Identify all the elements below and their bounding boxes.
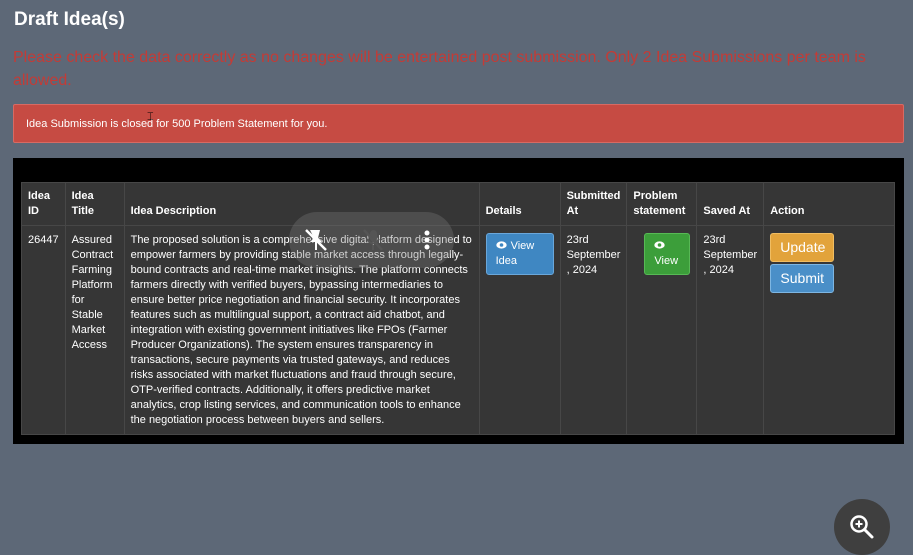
eye-icon <box>654 239 666 254</box>
action-cell: Update Submit <box>763 225 895 435</box>
view-problem-label: View <box>654 255 679 267</box>
video-overlay-controls <box>289 212 454 268</box>
header-saved-at: Saved At <box>696 182 765 226</box>
submit-button[interactable]: Submit <box>770 264 835 293</box>
header-action: Action <box>763 182 895 226</box>
idea-id: 26447 <box>21 225 66 435</box>
zoom-in-icon <box>848 513 876 546</box>
header-idea-title: Idea Title <box>64 182 125 226</box>
header-idea-id: Idea ID <box>21 182 66 226</box>
table-row: 26447 Assured Contract Farming Platform … <box>21 225 895 435</box>
submitted-at: 23rd September , 2024 <box>559 225 628 435</box>
page-title: Draft Idea(s) <box>14 9 125 30</box>
closed-alert-text: Idea Submission is closed for 500 Proble… <box>26 118 328 130</box>
saved-at: 23rd September , 2024 <box>696 225 765 435</box>
view-problem-button[interactable]: View <box>644 233 691 275</box>
closed-alert: Idea Submission is closed for 500 Proble… <box>13 104 904 143</box>
ideas-table: Idea ID Idea Title Idea Description Deta… <box>21 182 895 435</box>
header-problem-statement: Problem statement <box>626 182 698 226</box>
zoom-in-button[interactable] <box>834 499 890 555</box>
details-cell: View Idea <box>478 225 561 435</box>
table-header-row: Idea ID Idea Title Idea Description Deta… <box>21 182 895 226</box>
view-idea-button[interactable]: View Idea <box>485 233 554 275</box>
problem-statement-cell: View <box>626 225 698 435</box>
ideas-table-panel: Idea ID Idea Title Idea Description Deta… <box>13 158 904 444</box>
submission-warning: Please check the data correctly as no ch… <box>13 49 866 89</box>
update-button[interactable]: Update <box>770 233 835 262</box>
more-vertical-icon[interactable] <box>413 226 441 254</box>
eye-icon <box>495 239 507 254</box>
header-submitted-at: Submitted At <box>559 182 628 226</box>
pin-off-icon[interactable] <box>302 226 330 254</box>
idea-title: Assured Contract Farming Platform for St… <box>64 225 125 435</box>
header-details: Details <box>478 182 561 226</box>
mute-icon[interactable] <box>359 226 387 254</box>
